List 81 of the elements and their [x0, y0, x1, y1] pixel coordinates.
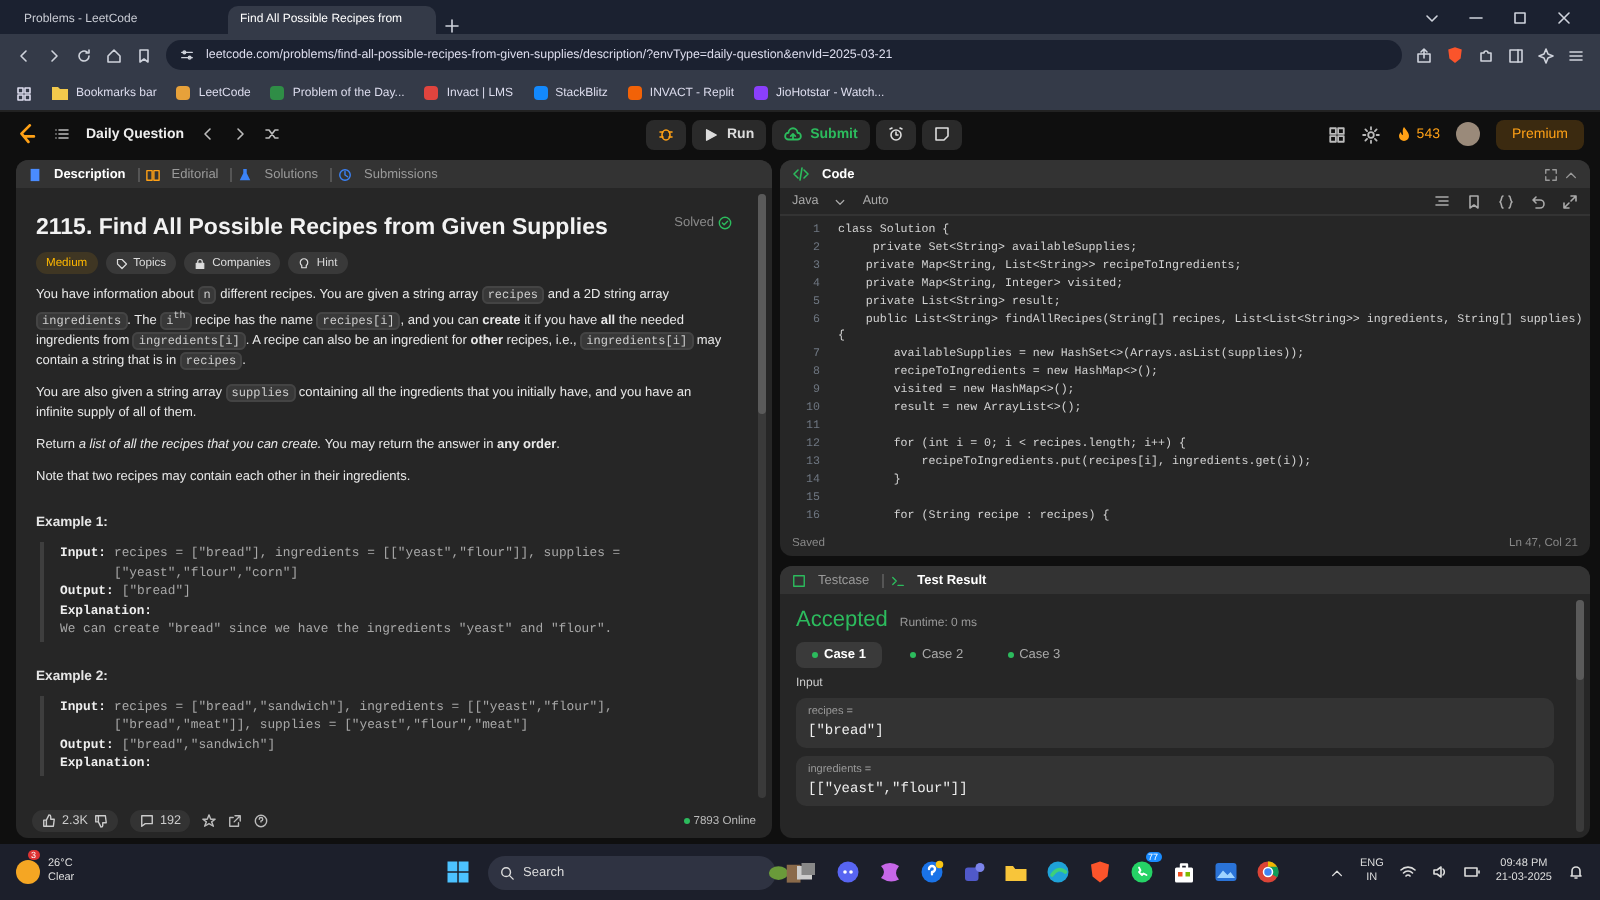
apps-grid-icon[interactable] — [16, 85, 32, 101]
share-icon[interactable] — [1416, 47, 1432, 63]
sparkle-icon[interactable] — [1538, 47, 1554, 63]
alarm-clock-icon — [887, 126, 904, 142]
battery-icon[interactable] — [1463, 864, 1480, 880]
bookmark-icon[interactable] — [136, 47, 152, 63]
verdict: Accepted — [796, 608, 888, 632]
shopping-bag-icon[interactable] — [1171, 860, 1196, 884]
ribbon-icon[interactable] — [877, 860, 902, 884]
flask-icon — [238, 167, 253, 181]
thumbs-down-icon — [93, 814, 108, 828]
back-icon[interactable] — [16, 47, 32, 63]
check-circle-icon — [718, 215, 732, 229]
history-icon — [338, 167, 352, 181]
play-icon — [704, 127, 719, 141]
people-icon[interactable] — [961, 860, 986, 884]
ring-logo-icon[interactable] — [1255, 860, 1280, 884]
layout-grid-icon[interactable] — [1328, 125, 1347, 143]
book-icon — [145, 167, 160, 181]
debug-button[interactable] — [646, 119, 687, 149]
code-icon — [792, 166, 810, 182]
reload-icon[interactable] — [76, 47, 92, 63]
braces-icon[interactable] — [1498, 193, 1514, 209]
problem-title: 2115. Find All Possible Recipes from Given Supplies — [36, 216, 608, 240]
globe-swirl-icon[interactable] — [1045, 860, 1070, 884]
expand-icon[interactable] — [1544, 167, 1558, 181]
home-icon[interactable] — [106, 47, 122, 63]
lock-icon — [194, 257, 207, 269]
help-icon[interactable] — [254, 814, 269, 828]
format-icon[interactable] — [1434, 193, 1450, 209]
shuffle-icon[interactable] — [264, 126, 281, 142]
flame-icon — [1396, 126, 1413, 142]
window-stack-icon[interactable] — [793, 860, 818, 884]
leaf-picture-icon — [765, 861, 802, 883]
undo-icon[interactable] — [1530, 193, 1546, 209]
settings-icon[interactable] — [1362, 125, 1381, 143]
avatar[interactable] — [1455, 122, 1480, 146]
note-icon — [933, 126, 950, 142]
brand-logo-icon[interactable] — [16, 123, 38, 145]
tag-icon — [115, 257, 128, 269]
sidebar-icon[interactable] — [1508, 47, 1524, 63]
chevron-down-icon[interactable] — [834, 195, 847, 207]
mountain-picture-icon[interactable] — [1213, 860, 1238, 884]
speaker-icon[interactable] — [1431, 864, 1448, 880]
shield-icon[interactable] — [1087, 860, 1112, 884]
chevron-left-icon[interactable] — [200, 126, 217, 142]
comment-icon — [139, 814, 154, 828]
phone-bubble-icon[interactable] — [1129, 860, 1154, 884]
menu-icon[interactable] — [1568, 47, 1584, 63]
star-icon[interactable] — [202, 814, 217, 828]
thumbs-up-icon — [42, 814, 56, 828]
shield-icon[interactable] — [1446, 46, 1464, 64]
forward-icon[interactable] — [46, 47, 62, 63]
new-tab-icon[interactable] — [444, 18, 460, 34]
search-icon — [499, 865, 514, 879]
notes-button[interactable] — [921, 119, 962, 149]
checkbox-icon — [792, 573, 806, 587]
alarm-button[interactable] — [875, 119, 916, 149]
help-icon[interactable] — [919, 860, 944, 884]
puzzle-icon[interactable] — [1478, 47, 1494, 63]
wifi-icon[interactable] — [1399, 864, 1416, 880]
fullscreen-icon[interactable] — [1562, 193, 1578, 209]
bug-icon — [658, 126, 675, 142]
document-icon — [28, 167, 42, 181]
terminal-icon — [889, 573, 906, 587]
lightbulb-icon — [298, 257, 311, 269]
chat-bubble-icon[interactable] — [835, 860, 860, 884]
share-icon[interactable] — [228, 814, 243, 828]
chevron-up-icon[interactable] — [1329, 865, 1344, 879]
close-icon[interactable] — [1556, 9, 1572, 25]
bell-icon[interactable] — [1568, 864, 1584, 880]
chevron-down-icon[interactable] — [1424, 9, 1440, 25]
site-info-icon[interactable] — [180, 48, 194, 62]
folder-icon[interactable] — [1003, 860, 1028, 884]
bookmark-icon[interactable] — [1466, 193, 1482, 209]
start-icon[interactable] — [445, 860, 470, 884]
chevron-right-icon[interactable] — [232, 126, 249, 142]
weather-icon[interactable] — [16, 860, 40, 884]
cloud-upload-icon — [784, 125, 803, 143]
maximize-icon[interactable] — [1512, 9, 1528, 25]
list-icon[interactable] — [54, 126, 70, 142]
